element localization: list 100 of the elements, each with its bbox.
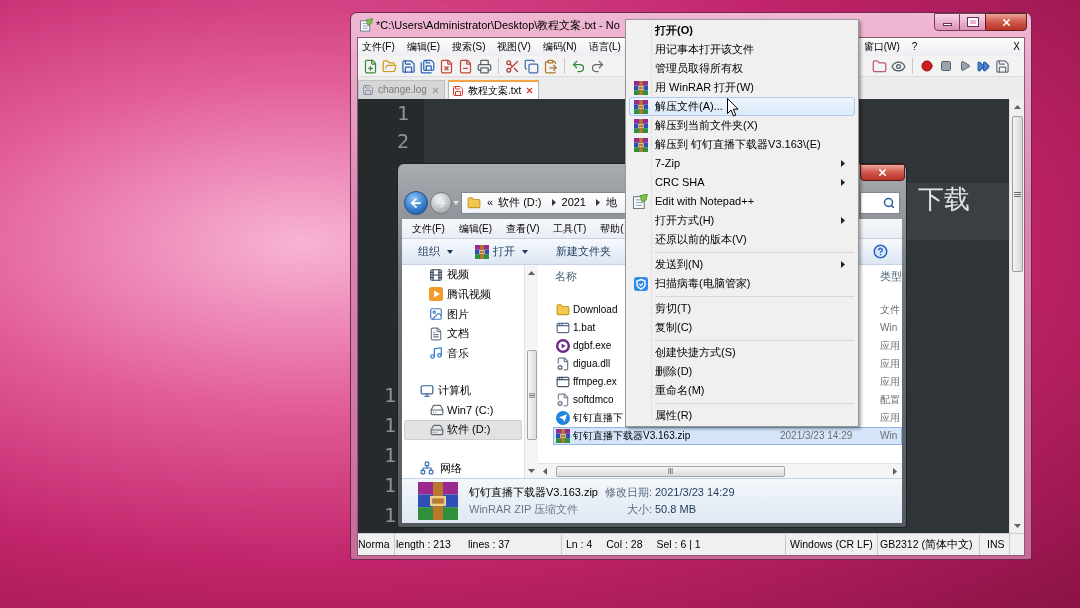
scroll-right-icon[interactable] bbox=[893, 467, 897, 475]
menu-item[interactable]: 文件(F) bbox=[412, 222, 445, 235]
menu-item[interactable]: 语言(L) bbox=[588, 41, 621, 53]
scroll-up-icon[interactable] bbox=[1013, 104, 1021, 109]
menu-item[interactable]: 剪切(T) bbox=[629, 299, 855, 318]
menu-item[interactable]: 编码(N) bbox=[542, 41, 577, 53]
printer-icon[interactable] bbox=[477, 58, 492, 74]
file-plus-icon[interactable] bbox=[363, 58, 378, 74]
menu-item[interactable]: 删除(D) bbox=[629, 362, 855, 381]
nav-item[interactable]: 文档 bbox=[404, 323, 522, 344]
breadcrumb-item[interactable]: 软件 (D:) bbox=[498, 196, 542, 209]
menu-item[interactable]: Edit with Notepad++ bbox=[629, 192, 855, 211]
menu-item[interactable]: 重命名(M) bbox=[629, 381, 855, 400]
question-mark-icon[interactable] bbox=[873, 244, 888, 259]
breadcrumb-item[interactable]: 地 bbox=[606, 196, 617, 209]
scroll-up-icon[interactable] bbox=[528, 270, 535, 275]
scissors-icon[interactable] bbox=[505, 58, 520, 74]
nav-item[interactable]: 网络 bbox=[404, 458, 522, 479]
nav-item[interactable]: 图片 bbox=[404, 304, 522, 324]
nav-item[interactable]: Win7 (C:) bbox=[404, 400, 522, 421]
eye-icon[interactable] bbox=[891, 58, 906, 74]
close-button[interactable] bbox=[985, 13, 1027, 31]
menu-item[interactable]: 打开方式(H) bbox=[629, 211, 855, 230]
undo-arrow-icon[interactable] bbox=[571, 58, 586, 74]
file-item[interactable]: digua.dll bbox=[554, 356, 612, 372]
breadcrumb-item[interactable]: 2021 bbox=[561, 196, 586, 209]
file-item[interactable]: 钉钉直播下载器V3.163.zip 2021/3/23 14:29 Win bbox=[553, 427, 902, 445]
toolbar-button[interactable]: 新建文件夹 bbox=[556, 245, 611, 258]
column-header[interactable]: 类型 bbox=[880, 269, 902, 283]
file-minus-icon[interactable] bbox=[458, 58, 473, 74]
menu-item[interactable]: CRC SHA bbox=[629, 173, 855, 192]
folder-icon[interactable] bbox=[872, 58, 887, 74]
menu-item[interactable]: 视图(V) bbox=[497, 41, 531, 53]
scrollbar-thumb[interactable] bbox=[1011, 116, 1023, 272]
menu-item[interactable]: 7-Zip bbox=[629, 154, 855, 173]
notepad-icon bbox=[633, 194, 648, 209]
file-x-icon[interactable] bbox=[439, 58, 454, 74]
tab[interactable]: 教程文案.txt bbox=[447, 80, 540, 99]
menu-item[interactable]: 文件(F) bbox=[362, 41, 395, 53]
menu-item[interactable]: 用记事本打开该文件 bbox=[629, 40, 855, 59]
file-item[interactable]: 钉钉直播下 bbox=[554, 410, 624, 426]
menu-item[interactable]: 查看(V) bbox=[506, 222, 540, 235]
scroll-down-icon[interactable] bbox=[528, 468, 535, 473]
menu-item[interactable]: 扫描病毒(电脑管家) bbox=[629, 274, 855, 293]
scrollbar-thumb[interactable] bbox=[556, 465, 785, 477]
copy-icon[interactable] bbox=[524, 58, 539, 74]
floppy-disks-icon[interactable] bbox=[420, 58, 435, 74]
clipboard-icon[interactable] bbox=[543, 58, 558, 74]
menu-item[interactable]: 解压文件(A)... bbox=[629, 97, 855, 116]
search-field[interactable] bbox=[860, 191, 900, 214]
close-tab-button[interactable]: X bbox=[1013, 41, 1020, 53]
nav-item[interactable]: 计算机 bbox=[404, 380, 522, 401]
fast-forward-icon[interactable] bbox=[977, 59, 990, 73]
status-text: Ln : 4 bbox=[566, 538, 593, 551]
file-item[interactable]: dgbf.exe bbox=[554, 338, 613, 354]
scroll-left-icon[interactable] bbox=[543, 467, 547, 475]
nav-item[interactable]: 腾讯视频 bbox=[404, 284, 522, 305]
back-button[interactable] bbox=[404, 190, 428, 215]
menu-item[interactable]: 工具(T) bbox=[553, 222, 587, 235]
breadcrumb-overflow[interactable]: « bbox=[487, 196, 494, 209]
menu-item[interactable]: 帮助( bbox=[600, 222, 624, 235]
caret-right-icon[interactable] bbox=[596, 199, 600, 206]
menu-item[interactable]: 复制(C) bbox=[629, 318, 855, 337]
play-icon[interactable] bbox=[958, 60, 971, 72]
menu-item[interactable]: 窗口(W) bbox=[863, 41, 900, 53]
toolbar-button[interactable]: 组织 bbox=[418, 245, 453, 258]
nav-item[interactable]: 软件 (D:) bbox=[404, 420, 522, 440]
status-text: Norma bbox=[358, 538, 390, 551]
scrollbar-thumb[interactable] bbox=[526, 350, 537, 440]
menu-item[interactable]: 属性(R) bbox=[629, 406, 855, 425]
redo-arrow-icon[interactable] bbox=[590, 58, 605, 74]
menu-item[interactable]: 创建快捷方式(S) bbox=[629, 343, 855, 362]
nav-item[interactable]: 视频 bbox=[404, 265, 522, 285]
menu-item[interactable]: ? bbox=[911, 41, 918, 53]
maximize-button[interactable] bbox=[960, 13, 985, 31]
menu-item[interactable]: 用 WinRAR 打开(W) bbox=[629, 78, 855, 97]
file-item[interactable]: ffmpeg.ex bbox=[554, 374, 618, 390]
record-icon[interactable] bbox=[920, 60, 933, 72]
menu-item[interactable]: 编辑(E) bbox=[406, 41, 441, 53]
menu-item[interactable]: 打开(O) bbox=[629, 21, 855, 40]
menu-item[interactable]: 搜索(S) bbox=[452, 41, 486, 53]
menu-item[interactable]: 解压到 钉钉直播下载器V3.163\(E) bbox=[629, 135, 855, 154]
scroll-down-icon[interactable] bbox=[1013, 523, 1021, 528]
menu-item[interactable]: 还原以前的版本(V) bbox=[629, 230, 855, 249]
menu-item[interactable]: 发送到(N) bbox=[629, 255, 855, 274]
column-header[interactable]: 名称 bbox=[555, 269, 577, 283]
caret-right-icon[interactable] bbox=[551, 199, 556, 206]
file-item[interactable]: Download bbox=[554, 302, 619, 318]
menu-item[interactable]: 解压到当前文件夹(X) bbox=[629, 116, 855, 135]
file-item[interactable]: softdmco bbox=[554, 392, 615, 408]
toolbar-button[interactable]: 打开 bbox=[475, 244, 528, 259]
stop-icon[interactable] bbox=[939, 60, 952, 72]
file-item[interactable]: 1.bat bbox=[554, 320, 597, 336]
minimize-button[interactable] bbox=[934, 13, 960, 31]
menu-item[interactable]: 管理员取得所有权 bbox=[629, 59, 855, 78]
close-button[interactable] bbox=[860, 164, 905, 181]
forward-button[interactable] bbox=[430, 191, 452, 214]
nav-item[interactable]: 音乐 bbox=[404, 343, 522, 364]
close-icon[interactable] bbox=[525, 86, 535, 95]
menu-item[interactable]: 编辑(E) bbox=[458, 222, 493, 235]
